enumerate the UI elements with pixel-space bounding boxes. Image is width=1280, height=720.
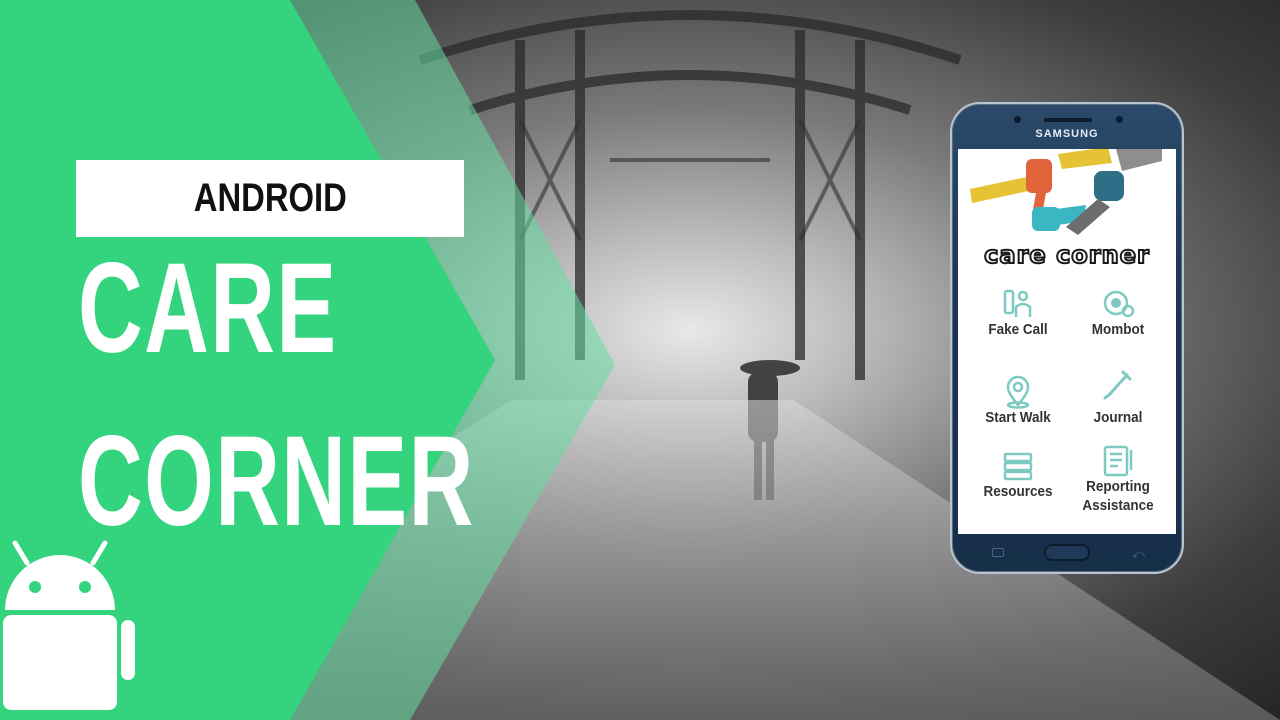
title-line-2: CORNER bbox=[78, 410, 475, 553]
menu-label: Mombot bbox=[1091, 321, 1145, 338]
books-icon bbox=[1003, 452, 1033, 481]
menu-start-walk[interactable]: Start Walk bbox=[968, 375, 1068, 428]
hands-logo-icon bbox=[970, 149, 1162, 235]
menu-label: Reporting Assistance bbox=[1082, 478, 1154, 514]
menu-mombot[interactable]: Mombot bbox=[1068, 287, 1168, 340]
menu-journal[interactable]: Journal bbox=[1068, 367, 1168, 428]
android-robot-icon bbox=[3, 540, 135, 710]
camera-icon bbox=[1014, 116, 1021, 123]
phone-mockup: SAMSUNG care corner Fake Call Mombot Sta… bbox=[950, 102, 1184, 574]
app-screen: care corner Fake Call Mombot Start Walk … bbox=[958, 149, 1176, 534]
home-button[interactable] bbox=[1044, 544, 1090, 561]
menu-label: Journal bbox=[1093, 409, 1143, 426]
phone-brand: SAMSUNG bbox=[1035, 128, 1099, 140]
menu-reporting-assistance[interactable]: Reporting Assistance bbox=[1068, 444, 1168, 516]
platform-label: ANDROID bbox=[193, 176, 347, 220]
pen-icon bbox=[1103, 370, 1132, 400]
menu-fake-call[interactable]: Fake Call bbox=[968, 287, 1068, 340]
sensor-icon bbox=[1116, 116, 1123, 123]
speaker-grille bbox=[1044, 118, 1092, 122]
menu-label: Resources bbox=[983, 483, 1053, 500]
menu-label: Start Walk bbox=[985, 409, 1051, 426]
menu-label: Fake Call bbox=[988, 321, 1048, 338]
phone-person-icon bbox=[1003, 289, 1032, 317]
back-icon[interactable]: ⤺ bbox=[1132, 547, 1145, 562]
platform-badge: ANDROID bbox=[76, 160, 464, 237]
title-line-1: CARE bbox=[78, 237, 338, 380]
menu-resources[interactable]: Resources bbox=[968, 449, 1068, 502]
recent-apps-icon[interactable] bbox=[992, 548, 1004, 557]
location-pin-icon bbox=[1006, 375, 1030, 409]
app-name: care corner bbox=[983, 240, 1150, 270]
chatbot-icon bbox=[1103, 290, 1135, 318]
report-document-icon bbox=[1103, 445, 1133, 477]
